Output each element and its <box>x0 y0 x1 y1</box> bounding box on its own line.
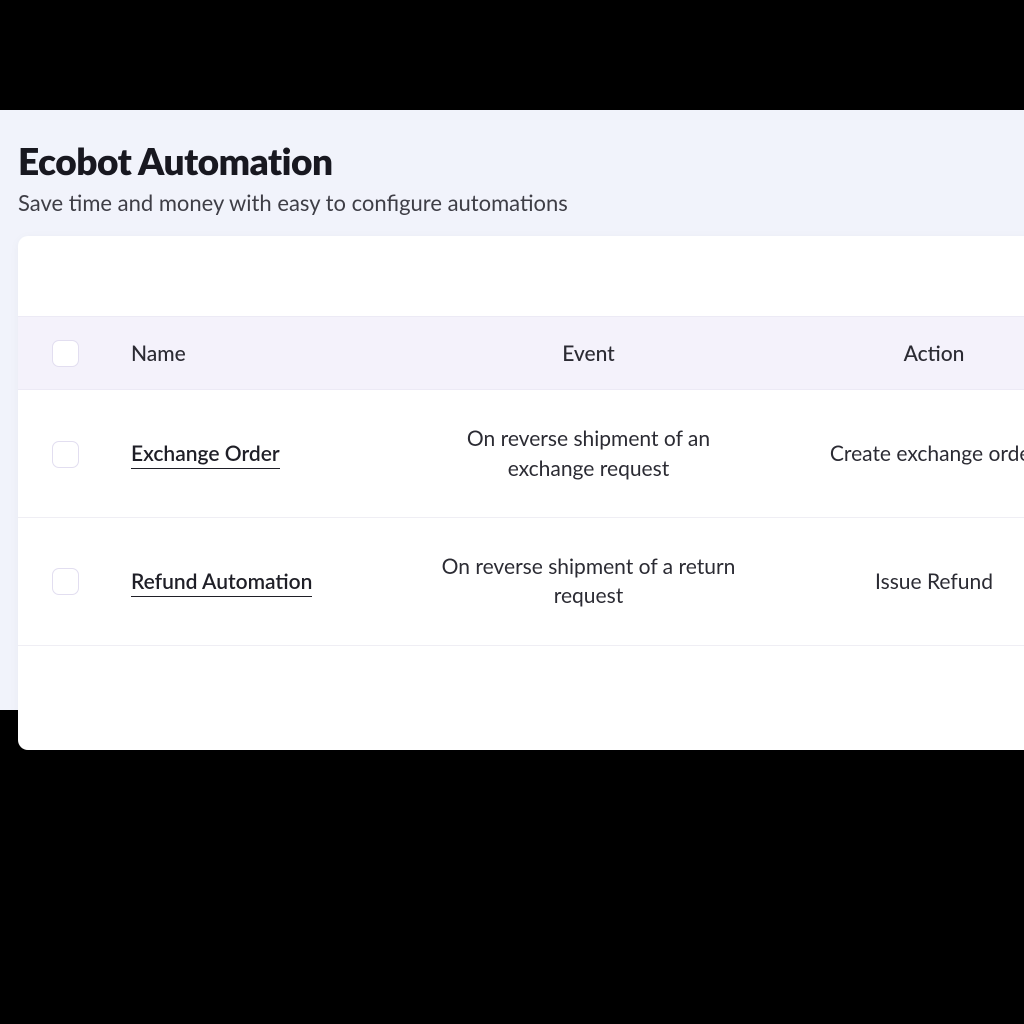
table-row: Exchange Order On reverse shipment of an… <box>18 390 1024 518</box>
automation-event: On reverse shipment of an exchange reque… <box>424 424 754 483</box>
automation-action: Issue Refund <box>804 517 1024 645</box>
automation-event: On reverse shipment of a return request <box>424 552 754 611</box>
automation-table: Name Event Action Exchange Order On reve… <box>18 316 1024 646</box>
row-checkbox[interactable] <box>52 568 79 595</box>
automation-card: Name Event Action Exchange Order On reve… <box>18 236 1024 750</box>
page-title: Ecobot Automation <box>0 110 1024 189</box>
page-subtitle: Save time and money with easy to configu… <box>0 189 1024 216</box>
column-header-name: Name <box>113 317 373 390</box>
select-all-checkbox[interactable] <box>52 340 79 367</box>
automation-action: Create exchange order <box>804 390 1024 518</box>
table-header-row: Name Event Action <box>18 317 1024 390</box>
column-header-action: Action <box>804 317 1024 390</box>
table-row: Refund Automation On reverse shipment of… <box>18 517 1024 645</box>
page-viewport: Ecobot Automation Save time and money wi… <box>0 110 1024 710</box>
automation-name-link[interactable]: Refund Automation <box>131 569 312 597</box>
column-select-all <box>18 317 113 390</box>
automation-name-link[interactable]: Exchange Order <box>131 441 280 469</box>
column-header-event: Event <box>373 317 804 390</box>
row-checkbox[interactable] <box>52 441 79 468</box>
